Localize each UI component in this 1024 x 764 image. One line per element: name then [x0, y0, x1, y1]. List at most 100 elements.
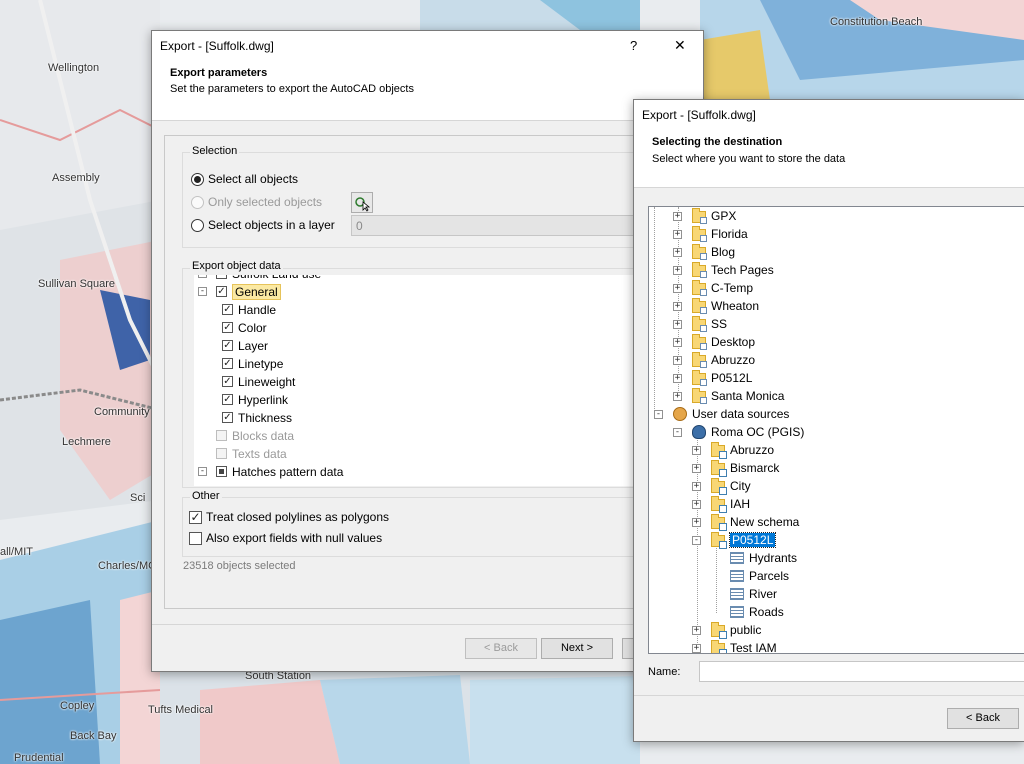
object-data-item[interactable]: Texts data [194, 445, 694, 463]
next-button[interactable]: Next > [541, 638, 613, 659]
expand-toggle[interactable]: + [673, 212, 682, 221]
expand-toggle[interactable]: + [673, 374, 682, 383]
tree-node[interactable]: + Desktop [649, 333, 1024, 351]
tree-node[interactable]: + Test IAM [649, 639, 1024, 653]
expand-toggle[interactable]: + [692, 446, 701, 455]
tree-node[interactable]: + City [649, 477, 1024, 495]
item-checkbox[interactable]: ✓ [222, 394, 233, 405]
tree-node[interactable]: + Bismarck [649, 459, 1024, 477]
expand-toggle[interactable]: + [673, 392, 682, 401]
back-button[interactable]: < Back [947, 708, 1019, 729]
database-icon [700, 397, 707, 404]
close-button[interactable]: ✕ [674, 37, 686, 54]
tree-node[interactable]: + GPX [649, 207, 1024, 225]
tree-node[interactable]: Hydrants [649, 549, 1024, 567]
object-data-item[interactable]: ✓ Layer [194, 337, 694, 355]
object-data-item[interactable]: ✓ Hyperlink [194, 391, 694, 409]
back-button[interactable]: < Back [465, 638, 537, 659]
expand-toggle[interactable]: + [692, 644, 701, 653]
expand-toggle[interactable]: - [198, 467, 207, 476]
tree-node[interactable]: + Tech Pages [649, 261, 1024, 279]
expand-toggle[interactable]: - [673, 428, 682, 437]
expand-toggle[interactable]: + [673, 320, 682, 329]
tree-node[interactable]: + C-Temp [649, 279, 1024, 297]
tree-node[interactable]: + Florida [649, 225, 1024, 243]
expand-toggle[interactable]: + [692, 500, 701, 509]
item-checkbox[interactable]: ✓ [216, 286, 227, 297]
database-icon [700, 217, 707, 224]
null-values-checkbox[interactable] [189, 532, 202, 545]
expand-toggle[interactable]: - [654, 410, 663, 419]
only-selected-radio[interactable] [191, 196, 204, 209]
object-data-item[interactable]: ✓ Thickness [194, 409, 694, 427]
tree-node[interactable]: - User data sources [649, 405, 1024, 423]
object-data-item[interactable]: ✓ Lineweight [194, 373, 694, 391]
expand-toggle[interactable]: + [673, 266, 682, 275]
help-button[interactable]: ? [630, 38, 637, 53]
item-label: Blocks data [232, 429, 295, 443]
expand-toggle[interactable]: + [692, 626, 701, 635]
expand-toggle[interactable]: + [673, 230, 682, 239]
folder-icon [692, 352, 707, 368]
name-input[interactable] [699, 661, 1024, 682]
map-label: Sullivan Square [38, 278, 116, 290]
tree-node[interactable]: + New schema [649, 513, 1024, 531]
expand-toggle[interactable]: + [673, 284, 682, 293]
tree-node[interactable]: Roads [649, 603, 1024, 621]
item-checkbox[interactable] [216, 466, 227, 477]
tree-node[interactable]: + Abruzzo [649, 351, 1024, 369]
tree-node[interactable]: + SS [649, 315, 1024, 333]
item-checkbox[interactable]: ✓ [222, 358, 233, 369]
tree-node[interactable]: + P0512L [649, 369, 1024, 387]
item-checkbox[interactable]: ✓ [222, 340, 233, 351]
expand-toggle[interactable]: + [673, 356, 682, 365]
tree-node[interactable]: + public [649, 621, 1024, 639]
item-checkbox[interactable]: ✓ [216, 275, 227, 279]
expand-toggle[interactable]: + [692, 464, 701, 473]
folder-icon [692, 316, 707, 332]
item-label: Color [238, 321, 267, 335]
tree-node[interactable]: + Abruzzo [649, 441, 1024, 459]
tree-node-label: P0512L [711, 371, 753, 385]
tree-node[interactable]: + Santa Monica [649, 387, 1024, 405]
tree-node[interactable]: - P0512L [649, 531, 1024, 549]
item-checkbox[interactable]: ✓ [222, 412, 233, 423]
table-icon [730, 552, 744, 564]
layer-radio[interactable] [191, 219, 204, 232]
expand-toggle[interactable]: + [673, 302, 682, 311]
object-data-item[interactable]: - Hatches pattern data [194, 463, 694, 481]
map-label: all/MIT [0, 546, 33, 558]
object-data-item[interactable]: - ✓ General [194, 283, 694, 301]
other-group [182, 497, 704, 557]
tree-node[interactable]: + IAH [649, 495, 1024, 513]
select-all-radio[interactable] [191, 173, 204, 186]
closed-polylines-checkbox[interactable]: ✓ [189, 511, 202, 524]
object-data-item[interactable]: + ✓ Suffolk Land use [194, 275, 694, 283]
item-checkbox[interactable]: ✓ [222, 376, 233, 387]
expand-toggle[interactable]: + [692, 518, 701, 527]
expand-toggle[interactable]: + [673, 248, 682, 257]
expand-toggle[interactable]: + [673, 338, 682, 347]
item-checkbox[interactable]: ✓ [222, 322, 233, 333]
tree-node[interactable]: - Roma OC (PGIS) [649, 423, 1024, 441]
table-badge-icon [719, 469, 727, 477]
object-data-item[interactable]: ✓ Color [194, 319, 694, 337]
object-data-item[interactable]: ✓ Linetype [194, 355, 694, 373]
tree-node[interactable]: + Blog [649, 243, 1024, 261]
object-data-item[interactable]: Blocks data [194, 427, 694, 445]
tree-node-label: Parcels [749, 569, 790, 583]
expand-toggle[interactable]: + [198, 275, 207, 278]
tree-node[interactable]: River [649, 585, 1024, 603]
tree-node-label: Hydrants [749, 551, 798, 565]
item-checkbox[interactable]: ✓ [222, 304, 233, 315]
tree-node[interactable]: Parcels [649, 567, 1024, 585]
schema-icon [711, 478, 727, 495]
table-icon [730, 588, 744, 600]
object-data-item[interactable]: ✓ Handle [194, 301, 694, 319]
expand-toggle[interactable]: + [692, 482, 701, 491]
expand-toggle[interactable]: - [692, 536, 701, 545]
tree-node[interactable]: + Wheaton [649, 297, 1024, 315]
expand-toggle[interactable]: - [198, 287, 207, 296]
folder-icon [692, 370, 707, 386]
pick-objects-button[interactable] [351, 192, 373, 213]
